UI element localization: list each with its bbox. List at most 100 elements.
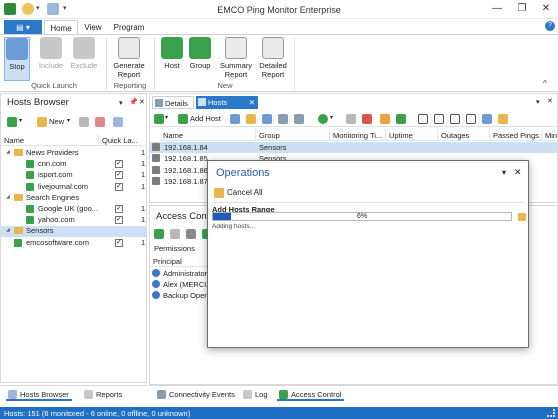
dialog-close-button[interactable]: ✕	[514, 167, 522, 178]
tab-home[interactable]: Home	[44, 20, 78, 35]
column-header-principal[interactable]: Principal	[150, 255, 210, 267]
principal-row[interactable]: Administrator	[150, 268, 210, 279]
tab-program[interactable]: Program	[110, 20, 148, 35]
edit-icon[interactable]	[79, 117, 89, 127]
layout-2-icon[interactable]	[434, 114, 444, 124]
new-button[interactable]: New	[49, 117, 64, 126]
delete-icon[interactable]	[362, 114, 372, 124]
new-dropdown-icon[interactable]: ▾	[67, 117, 70, 124]
tree-folder-row[interactable]: ◢ Sensors	[1, 226, 147, 238]
tree-folder-row[interactable]: ◢ News Providers 1	[1, 148, 147, 159]
help-button[interactable]: ?	[545, 21, 555, 31]
add-principal-icon[interactable]	[154, 229, 164, 239]
tabs-dropdown-icon[interactable]: ▾	[536, 98, 540, 106]
layout-1-icon[interactable]	[418, 114, 428, 124]
tab-log[interactable]: Log	[241, 387, 271, 401]
cancel-all-button[interactable]: Cancel All	[214, 188, 263, 200]
tree-host-row[interactable]: emcosoftware.com ✓ 1	[1, 238, 147, 249]
ping-icon[interactable]	[262, 114, 272, 124]
quick-launch-checkbox[interactable]: ✓	[115, 160, 123, 169]
minimize-button[interactable]: —	[485, 1, 509, 17]
grid-icon[interactable]	[466, 114, 476, 124]
tab-access-control[interactable]: Access Control	[277, 387, 345, 401]
quick-launch-checkbox[interactable]: ✓	[115, 216, 123, 225]
table-row[interactable]: 192.168.1.84 Sensors	[150, 142, 557, 153]
tools-icon[interactable]	[294, 114, 304, 124]
tab-connectivity-events[interactable]: Connectivity Events	[155, 387, 238, 401]
column-header[interactable]: Min	[542, 129, 558, 141]
move-icon[interactable]	[396, 114, 406, 124]
panel-pin-icon[interactable]: 📌	[129, 98, 138, 106]
layout-3-icon[interactable]	[450, 114, 460, 124]
delete-icon[interactable]	[186, 229, 196, 239]
play-dropdown-icon[interactable]: ▾	[165, 114, 168, 121]
detailed-report-button[interactable]: Detailed Report	[256, 37, 290, 81]
cancel-operation-icon[interactable]	[518, 213, 526, 221]
expand-arrow-icon[interactable]: ◢	[6, 227, 10, 233]
expand-arrow-icon[interactable]: ◢	[6, 194, 10, 200]
exclude-button[interactable]: Exclude	[68, 37, 100, 81]
import-icon[interactable]	[246, 114, 256, 124]
delete-icon[interactable]	[95, 117, 105, 127]
quick-launch-checkbox[interactable]: ✓	[115, 171, 123, 180]
new-group-button[interactable]: Group	[187, 37, 213, 81]
restore-button[interactable]: ❐	[510, 1, 534, 17]
include-button[interactable]: Include	[36, 37, 66, 81]
columns-icon[interactable]	[482, 114, 492, 124]
panel-options-icon[interactable]: ▾	[119, 99, 123, 107]
refresh-dropdown-icon[interactable]: ▾	[330, 114, 333, 121]
new-icon[interactable]	[37, 117, 47, 127]
tree-host-row[interactable]: cnn.com ✓ 1	[1, 159, 147, 170]
report-icon[interactable]	[113, 117, 123, 127]
tabs-close-icon[interactable]: ✕	[547, 97, 553, 105]
quick-launch-checkbox[interactable]: ✓	[115, 182, 123, 191]
edit-icon[interactable]	[346, 114, 356, 124]
tab-hosts-browser[interactable]: Hosts Browser	[6, 387, 72, 401]
add-host-button[interactable]: Add Host	[190, 114, 221, 123]
refresh-icon[interactable]	[318, 114, 328, 124]
principal-row[interactable]: Backup Opera...	[150, 290, 217, 301]
principal-row[interactable]: Alex (MERCUR...	[150, 279, 221, 290]
new-host-range-icon[interactable]	[230, 114, 240, 124]
tree-host-row[interactable]: livejournal.com ✓ 1	[1, 182, 147, 193]
tree-host-row[interactable]: Google UK (goo... ✓ 1	[1, 204, 147, 215]
tab-details[interactable]: Details	[152, 96, 194, 109]
group-hosts-icon[interactable]	[380, 114, 390, 124]
tree-host-row[interactable]: yahoo.com ✓ 1	[1, 215, 147, 226]
close-button[interactable]: ✕	[534, 1, 558, 17]
column-header[interactable]: Uptime	[386, 129, 438, 141]
tab-hosts[interactable]: Hosts ✕	[196, 96, 258, 109]
summary-report-button[interactable]: Summary Report	[219, 37, 253, 81]
dialog-options-icon[interactable]: ▾	[502, 168, 506, 177]
tree-host-row[interactable]: isport.com ✓ 1	[1, 170, 147, 181]
quick-launch-checkbox[interactable]: ✓	[115, 205, 123, 213]
collapse-ribbon-button[interactable]: ^	[543, 79, 547, 88]
column-header-quick-launch[interactable]: Quick La...	[99, 134, 147, 146]
edit-icon[interactable]	[170, 229, 180, 239]
play-icon[interactable]	[7, 117, 17, 127]
tab-hosts-close-icon[interactable]: ✕	[249, 98, 255, 107]
column-header[interactable]: Name	[160, 129, 256, 141]
resize-grip-icon[interactable]	[547, 409, 555, 417]
tab-reports[interactable]: Reports	[82, 387, 125, 401]
expand-arrow-icon[interactable]: ◢	[6, 149, 10, 155]
column-header-name[interactable]: Name	[1, 134, 99, 146]
file-menu-button[interactable]: ▤ ▾	[4, 20, 42, 35]
user-icon	[152, 280, 160, 288]
generate-report-button[interactable]: Generate Report	[112, 37, 146, 81]
panel-close-icon[interactable]: ✕	[139, 98, 145, 106]
column-header[interactable]: Group	[256, 129, 330, 141]
column-header[interactable]: Outages	[438, 129, 490, 141]
column-header[interactable]: Monitoring Ti...	[330, 129, 386, 141]
include-label: Include	[38, 61, 64, 70]
pin-icon[interactable]	[278, 114, 288, 124]
play-icon[interactable]	[154, 114, 164, 124]
tree-folder-row[interactable]: ◢ Search Engines	[1, 193, 147, 204]
new-host-button[interactable]: Host	[160, 37, 184, 81]
filter-icon[interactable]	[498, 114, 508, 124]
tab-view[interactable]: View	[80, 20, 106, 35]
column-header[interactable]: Passed Pings	[490, 129, 542, 141]
play-dropdown-icon[interactable]: ▾	[19, 117, 22, 124]
quick-launch-checkbox[interactable]: ✓	[115, 238, 123, 247]
stop-button[interactable]: Stop	[4, 37, 30, 81]
